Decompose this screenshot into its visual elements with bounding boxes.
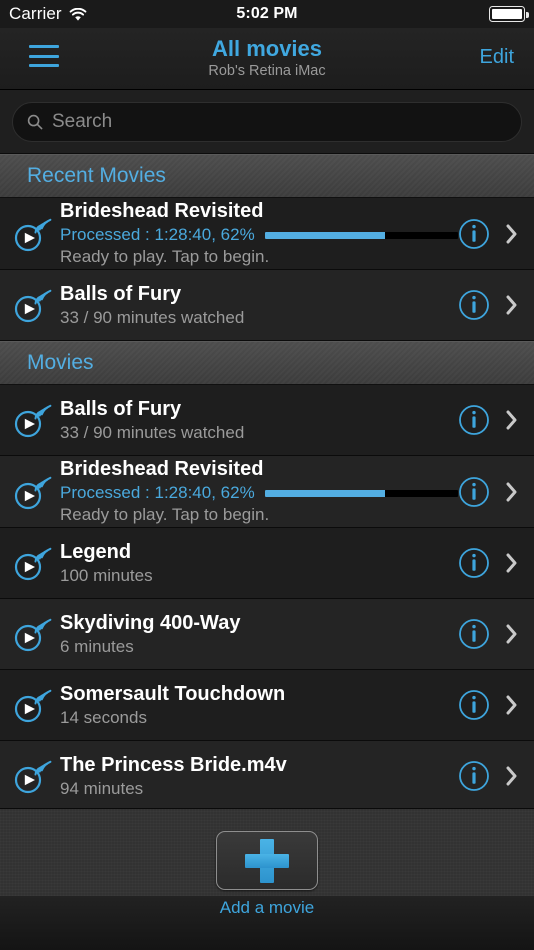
footer: Add a movie	[0, 808, 534, 950]
movie-row-body: Somersault Touchdown 14 seconds	[60, 682, 458, 729]
progress-bar-fill	[264, 489, 385, 497]
movie-title: Brideshead Revisited	[60, 200, 264, 222]
movie-row[interactable]: Brideshead Revisited Processed : 1:28:40,…	[0, 456, 534, 528]
play-stream-icon[interactable]	[10, 683, 54, 727]
battery-full-icon	[489, 6, 529, 22]
movie-title: Skydiving 400-Way	[60, 611, 241, 634]
chevron-right-icon[interactable]	[504, 479, 520, 505]
plus-icon	[242, 836, 292, 886]
movie-row-body: Legend 100 minutes	[60, 540, 458, 587]
add-movie-label: Add a movie	[219, 898, 315, 917]
movie-subtitle: Ready to play. Tap to begin.	[60, 505, 270, 524]
edit-button[interactable]: Edit	[480, 46, 514, 69]
movie-title: Legend	[60, 540, 132, 563]
movie-list: Recent Movies Brideshead Revisited Process…	[0, 154, 534, 812]
chevron-right-icon[interactable]	[504, 692, 520, 718]
info-circle-icon[interactable]	[458, 760, 490, 792]
movie-status-text: Processed : 1:28:40, 62%	[60, 225, 255, 244]
progress-bar	[264, 489, 458, 497]
movie-row-body: Brideshead Revisited Processed : 1:28:40,…	[60, 457, 458, 526]
movie-row-body: Balls of Fury 33 / 90 minutes watched	[60, 397, 458, 444]
chevron-right-icon[interactable]	[504, 221, 520, 247]
play-stream-icon[interactable]	[10, 470, 54, 514]
info-circle-icon[interactable]	[458, 218, 490, 250]
movie-row[interactable]: Legend 100 minutes	[0, 528, 534, 599]
movie-subtitle: 33 / 90 minutes watched	[60, 422, 245, 442]
info-circle-icon[interactable]	[458, 476, 490, 508]
movie-row-body: Skydiving 400-Way 6 minutes	[60, 611, 458, 658]
play-stream-icon[interactable]	[10, 612, 54, 656]
page-subtitle: Rob's Retina iMac	[208, 63, 326, 79]
movie-subtitle: 100 minutes	[60, 565, 153, 585]
movie-title: The Princess Bride.m4v	[60, 753, 287, 776]
info-circle-icon[interactable]	[458, 289, 490, 321]
status-bar: Carrier 5:02 PM	[0, 0, 534, 28]
status-bar-right	[489, 6, 529, 22]
movie-title: Brideshead Revisited	[60, 458, 264, 480]
add-movie-button[interactable]	[216, 831, 318, 890]
play-stream-icon[interactable]	[10, 398, 54, 442]
chevron-right-icon[interactable]	[504, 550, 520, 576]
movie-subtitle: 14 seconds	[60, 707, 147, 727]
info-circle-icon[interactable]	[458, 547, 490, 579]
play-stream-icon[interactable]	[10, 754, 54, 798]
movie-row[interactable]: Balls of Fury 33 / 90 minutes watched	[0, 270, 534, 341]
movie-status-row: Processed : 1:28:40, 62%	[60, 224, 458, 246]
status-bar-clock: 5:02 PM	[236, 5, 298, 22]
search-bar: Search	[0, 90, 534, 154]
info-circle-icon[interactable]	[458, 618, 490, 650]
movie-row[interactable]: The Princess Bride.m4v 94 minutes	[0, 741, 534, 812]
movie-row-body: Balls of Fury 33 / 90 minutes watched	[60, 282, 458, 329]
info-circle-icon[interactable]	[458, 404, 490, 436]
movie-status-row: Processed : 1:28:40, 62%	[60, 482, 458, 504]
search-input[interactable]: Search	[12, 101, 522, 142]
movie-title: Balls of Fury	[60, 282, 182, 305]
movie-row-body: Brideshead Revisited Processed : 1:28:40,…	[60, 199, 458, 268]
info-circle-icon[interactable]	[458, 689, 490, 721]
movie-row[interactable]: Somersault Touchdown 14 seconds	[0, 670, 534, 741]
movie-row-body: The Princess Bride.m4v 94 minutes	[60, 753, 458, 800]
chevron-right-icon[interactable]	[504, 621, 520, 647]
chevron-right-icon[interactable]	[504, 407, 520, 433]
play-stream-icon[interactable]	[10, 212, 54, 256]
movie-row[interactable]: Brideshead Revisited Processed : 1:28:40,…	[0, 198, 534, 270]
section-header: Recent Movies	[0, 154, 534, 198]
chevron-right-icon[interactable]	[504, 292, 520, 318]
movie-title: Balls of Fury	[60, 397, 182, 420]
nav-title-block: All movies Rob's Retina iMac	[0, 35, 534, 81]
movie-subtitle: 33 / 90 minutes watched	[60, 307, 245, 327]
movie-row[interactable]: Balls of Fury 33 / 90 minutes watched	[0, 385, 534, 456]
search-placeholder: Search	[52, 110, 113, 132]
movie-row[interactable]: Skydiving 400-Way 6 minutes	[0, 599, 534, 670]
play-stream-icon[interactable]	[10, 283, 54, 327]
app-root: Carrier 5:02 PM All movies Rob's Retina …	[0, 0, 534, 950]
movie-subtitle: 94 minutes	[60, 778, 144, 798]
navigation-bar: All movies Rob's Retina iMac Edit	[0, 28, 534, 90]
movie-subtitle: 6 minutes	[60, 636, 134, 656]
section-header: Movies	[0, 341, 534, 385]
progress-bar	[264, 231, 458, 239]
chevron-right-icon[interactable]	[504, 763, 520, 789]
movie-title: Somersault Touchdown	[60, 682, 286, 705]
progress-bar-fill	[264, 231, 385, 239]
movie-status-text: Processed : 1:28:40, 62%	[60, 483, 255, 502]
page-title: All movies	[211, 36, 323, 61]
search-icon	[27, 114, 43, 130]
play-stream-icon[interactable]	[10, 541, 54, 585]
movie-subtitle: Ready to play. Tap to begin.	[60, 247, 270, 266]
